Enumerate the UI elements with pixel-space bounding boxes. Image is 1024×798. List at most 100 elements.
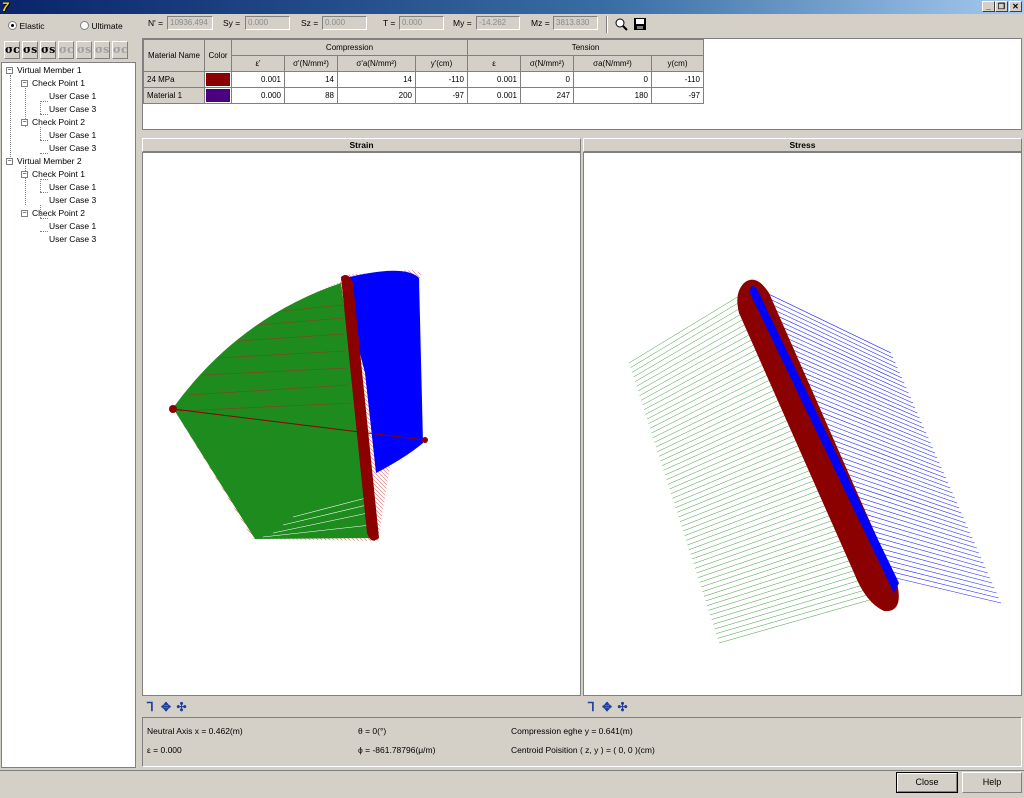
sigma-c2-disabled-button[interactable]: σc [112,41,128,59]
move-icon[interactable]: ✥ [161,700,171,714]
stress-view[interactable] [583,152,1022,696]
neutral-axis-text: Neutral Axis x = 0.462(m) [147,726,243,736]
elastic-radio[interactable]: Elastic [8,21,45,32]
rotate-icon[interactable]: ✣ [176,700,186,714]
tree-user-case[interactable]: User Case 3 [49,234,96,244]
ultimate-label: Ultimate [91,21,123,31]
tension-field-line [867,519,980,554]
tree-user-case[interactable]: User Case 3 [49,143,96,153]
expand-toggle[interactable]: − [21,119,28,126]
value-cell: -97 [415,87,468,104]
sigma-c-disabled-button[interactable]: σc [58,41,74,59]
compression-field-line [699,527,862,583]
expand-toggle[interactable]: − [6,67,13,74]
strain-diagram [169,270,428,541]
expand-toggle[interactable]: − [6,158,13,165]
compression-field-line [628,292,745,364]
material-table: Material Name Color Compression Tension … [143,39,704,104]
tree-member-1[interactable]: Virtual Member 1 [17,65,82,75]
compression-field-line [669,427,812,490]
strain-compression-surface [173,283,375,539]
compression-field-line [633,307,752,378]
tension-field-line [862,508,975,544]
material-name-cell: 24 MPa [143,71,205,88]
compression-field-line [675,447,822,508]
close-window-button[interactable]: ✕ [1009,1,1022,12]
force-value-sz: 0.000 [322,16,367,30]
epsilon-text: ε = 0.000 [147,745,182,755]
toolbar-separator [606,16,608,33]
force-value-t: 0.000 [399,16,444,30]
zoom-icon[interactable] [614,17,628,31]
help-button[interactable]: Help [962,772,1022,793]
tree-user-case[interactable]: User Case 1 [49,91,96,101]
value-cell: 180 [573,87,652,104]
expand-toggle[interactable]: − [21,210,28,217]
compression-field-line [630,297,747,368]
sigma-c-button[interactable]: σc [4,41,20,59]
compression-field-line [651,367,782,434]
material-name-cell: Material 1 [143,87,205,104]
compression-field-line [652,372,785,438]
tree-user-case[interactable]: User Case 3 [49,195,96,205]
value-cell: 0.001 [467,87,521,104]
tension-field-line [865,513,977,549]
member-tree[interactable]: − Virtual Member 1 − Check Point 1 User … [1,62,136,768]
value-cell: 88 [284,87,338,104]
restore-button[interactable]: ❐ [995,1,1008,12]
tree-checkpoint[interactable]: Check Point 1 [32,169,85,179]
tension-field-line [870,525,982,559]
stress-panel-title: Stress [583,138,1022,152]
save-icon[interactable] [633,17,647,31]
table-row[interactable]: 24 MPa 0.001 14 14 -110 0.001 0 0 -110 [143,71,704,88]
header-cell: σa(N/mm²) [573,55,652,72]
tree-checkpoint[interactable]: Check Point 2 [32,117,85,127]
tree-checkpoint[interactable]: Check Point 1 [32,78,85,88]
axis-icon[interactable]: ⅂ [147,700,154,714]
value-cell: 14 [284,71,338,88]
color-swatch [206,73,230,86]
sigma-s-button[interactable]: σs [22,41,38,59]
expand-toggle[interactable]: − [21,171,28,178]
tree-user-case[interactable]: User Case 1 [49,182,96,192]
table-row[interactable]: Material 1 0.000 88 200 -97 0.001 247 18… [143,87,704,104]
compression-field-line [649,362,780,429]
tree-user-case[interactable]: User Case 1 [49,130,96,140]
expand-toggle[interactable]: − [21,80,28,87]
ultimate-radio-dot[interactable] [80,21,89,30]
compression-field-line [702,537,867,592]
value-cell: 0 [520,71,574,88]
rotate-icon[interactable]: ✣ [617,700,627,714]
close-button[interactable]: Close [896,772,958,793]
force-label: Mz = [531,18,550,28]
tension-field-line [895,577,1002,604]
strain-toolbar: ⅂ ✥ ✣ [147,700,187,714]
centroid-text: Centroid Poisition ( z, y ) = ( 0, 0 )(c… [511,745,655,755]
sigma-s2-button[interactable]: σs [40,41,56,59]
value-cell: 0.001 [467,71,521,88]
tree-user-case[interactable]: User Case 3 [49,104,96,114]
compression-field-line [687,487,842,546]
compression-field-line [688,492,845,550]
move-icon[interactable]: ✥ [602,700,612,714]
compression-field-line [673,442,820,504]
value-cell: 14 [337,71,416,88]
axis-icon[interactable]: ⅂ [588,700,595,714]
value-cell: -110 [415,71,468,88]
color-swatch-cell [204,87,232,104]
tree-user-case[interactable]: User Case 1 [49,221,96,231]
tree-checkpoint[interactable]: Check Point 2 [32,208,85,218]
force-label: Sy = [223,18,241,28]
sigma-s-disabled-button[interactable]: σs [76,41,92,59]
minimize-button[interactable]: _ [982,1,995,12]
close-button-label[interactable]: Close [897,773,957,792]
ultimate-radio[interactable]: Ultimate [80,21,123,32]
tree-member-2[interactable]: Virtual Member 2 [17,156,82,166]
tension-field-line [856,496,971,534]
force-label: N' = [148,18,164,28]
strain-view[interactable] [142,152,581,696]
app-icon: 7 [2,0,9,14]
force-value-sy: 0.000 [245,16,290,30]
elastic-radio-dot[interactable] [8,21,17,30]
sigma-s2-disabled-button[interactable]: σs [94,41,110,59]
